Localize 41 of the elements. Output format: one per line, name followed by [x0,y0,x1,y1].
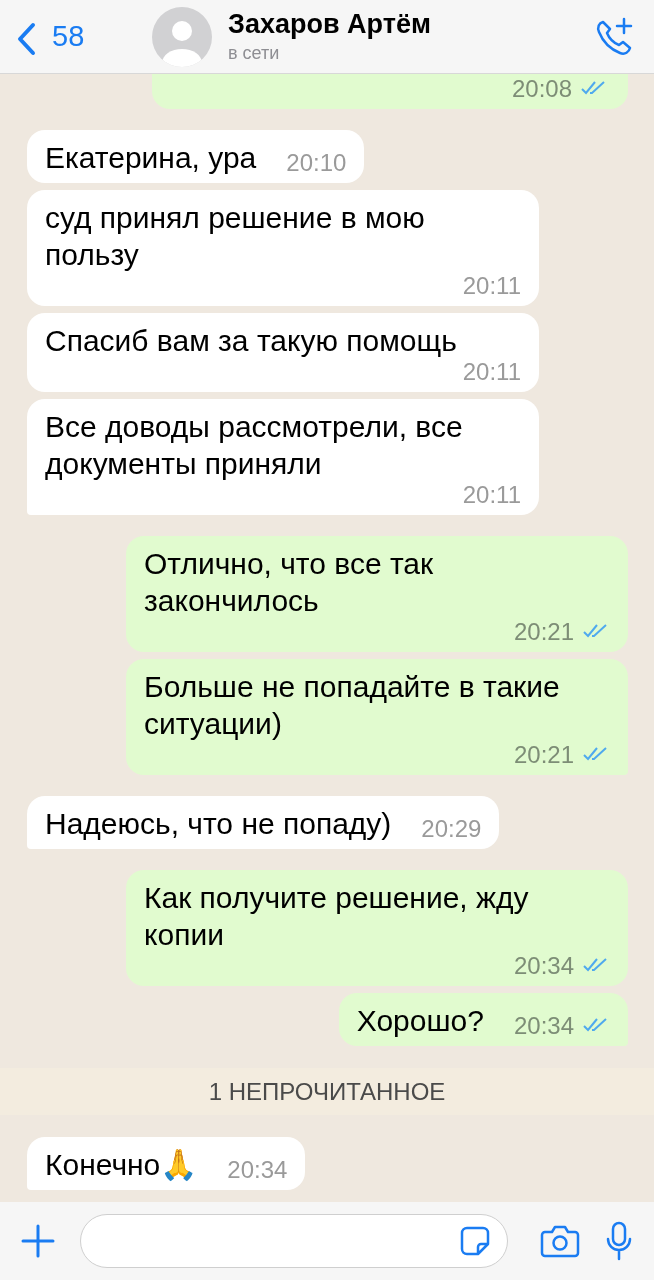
message-time: 20:11 [462,359,521,385]
contact-name[interactable]: Захаров Артём [228,8,594,43]
sticker-icon[interactable] [459,1225,491,1257]
message-text: Надеюсь, что не попаду) [45,806,392,842]
outgoing-message-bubble[interactable]: Отлично, что все так закончилось 20:21 [126,536,628,652]
microphone-icon[interactable] [604,1221,634,1261]
message-time: 20:21 [513,742,574,768]
message-time: 20:34 [513,953,574,979]
message-time: 20:21 [513,619,574,645]
incoming-message-bubble[interactable]: Все доводы рассмотрели, все документы приняли 20:11 [27,399,539,515]
message-text: Все доводы рассмотрели, все документы приняли [45,409,464,482]
back-icon[interactable] [16,21,36,56]
camera-icon[interactable] [540,1224,580,1258]
add-call-icon[interactable] [594,16,634,57]
incoming-message-bubble[interactable]: суд принял решение в мою пользу 20:11 [27,190,539,306]
message-text: Хорошо? [356,1003,484,1039]
plus-icon[interactable] [20,1223,56,1259]
message-time: 20:08 [511,76,572,102]
outgoing-message-bubble[interactable]: Как получите решение, жду копии 20:34 [126,870,628,986]
contact-status: в сети [228,42,281,65]
message-text: Отлично, что все так закончилось [144,546,435,619]
unread-count[interactable]: 58 [52,14,128,59]
message-time: 20:10 [286,150,347,176]
incoming-message-bubble[interactable]: Спасиб вам за такую помощь 20:11 [27,313,539,392]
message-time: 20:29 [421,816,482,842]
message-text: Екатерина, ура [45,140,257,176]
message-text: Конечно🙏 [45,1147,198,1183]
incoming-message-bubble[interactable]: Конечно🙏 20:34 [27,1137,306,1190]
message-time: 20:34 [227,1157,288,1183]
message-text: Как получите решение, жду копии [144,880,530,953]
message-time: 20:34 [513,1013,574,1039]
incoming-message-bubble[interactable]: Екатерина, ура 20:10 [27,130,365,183]
message-time: 20:11 [462,273,521,299]
message-text: суд принял решение в мою пользу [45,200,426,273]
message-time: 20:11 [462,482,521,508]
outgoing-message-bubble[interactable]: Хорошо? 20:34 [338,993,628,1046]
message-text: Больше не попадайте в такие ситуации) [144,669,561,742]
incoming-message-bubble[interactable]: Надеюсь, что не попаду) 20:29 [27,796,500,849]
message-text: Спасиб вам за такую помощь [45,323,457,359]
outgoing-message-bubble[interactable]: Больше не попадайте в такие ситуации) 20:21 [126,659,628,775]
message-input[interactable] [80,1214,508,1268]
